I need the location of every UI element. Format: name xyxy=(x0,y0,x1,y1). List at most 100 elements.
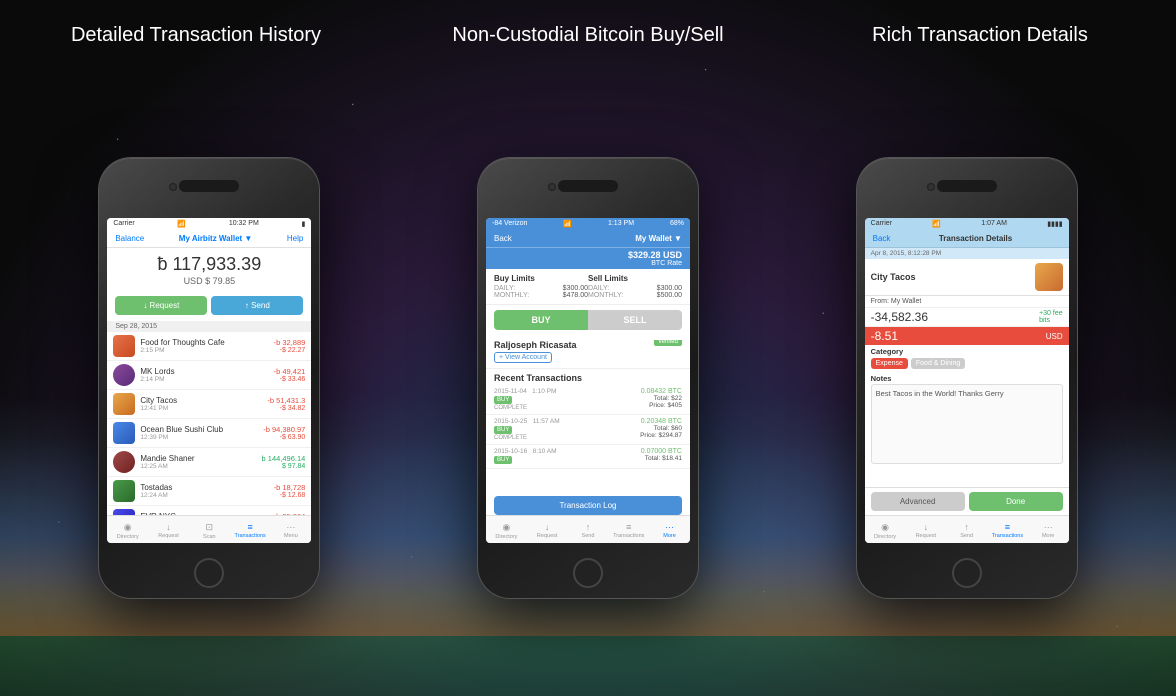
p2-nav-more[interactable]: ··· More xyxy=(649,516,690,543)
p3-carrier: Carrier xyxy=(871,220,892,228)
p3-done-button[interactable]: Done xyxy=(969,492,1063,511)
p3-dining-pill[interactable]: Food & Dining xyxy=(911,358,965,369)
tx-info-city: City Tacos 12:41 PM xyxy=(140,396,267,412)
p1-wallet-title[interactable]: My Airbitz Wallet ▼ xyxy=(179,234,253,243)
tx-usd: -$ 12.68 xyxy=(274,492,306,499)
p2-buy-monthly: MONTHLY: $478.00 xyxy=(494,292,588,299)
tx-icon-ocean xyxy=(113,422,135,444)
p3-back-button[interactable]: Back xyxy=(873,234,891,243)
table-row[interactable]: MK Lords 2:14 PM -b 49,421 -$ 33.46 xyxy=(107,361,311,390)
table-row[interactable]: City Tacos 12:41 PM -b 51,431.3 -$ 34.82 xyxy=(107,390,311,419)
p1-send-button[interactable]: ↑ Send xyxy=(211,296,303,315)
p2-home-button[interactable] xyxy=(573,558,603,588)
list-item[interactable]: 2015-11-04 1:10 PM BUY COMPLETE 0.08432 … xyxy=(486,385,690,415)
tx-time: 12:41 PM xyxy=(140,405,267,412)
tx-name: MK Lords xyxy=(140,367,273,376)
p2-view-account-button[interactable]: + View Account xyxy=(494,352,552,363)
p3-nav-label: Send xyxy=(960,533,973,539)
tx-name: Mandie Shaner xyxy=(140,454,261,463)
p3-notes-field[interactable]: Best Tacos in the World! Thanks Gerry xyxy=(871,384,1063,464)
p2-sell-daily-value: $300.00 xyxy=(657,285,682,292)
p1-request-button[interactable]: ↓ Request xyxy=(115,296,207,315)
p3-btc-amount-row: -34,582.36 +30 feebits xyxy=(865,308,1069,327)
p1-nav-directory[interactable]: ◉ Directory xyxy=(107,516,148,543)
p3-advanced-button[interactable]: Advanced xyxy=(871,492,965,511)
p3-expense-pill[interactable]: Expense xyxy=(871,358,908,369)
p3-nav-transactions[interactable]: ≡ Transactions xyxy=(987,516,1028,543)
p3-nav-request[interactable]: ↓ Request xyxy=(905,516,946,543)
p2-price-display: $329.28 USD xyxy=(628,250,682,260)
p1-nav-request[interactable]: ↓ Request xyxy=(148,516,189,543)
p1-nav-menu[interactable]: ··· Menu xyxy=(271,516,312,543)
phone-2-shell: -84 Verizon 📶 1:13 PM 68% Back My Wallet… xyxy=(478,158,698,598)
tx-btc: -b 49,421 xyxy=(274,367,306,376)
p2-sell-monthly-value: $500.00 xyxy=(657,292,682,299)
tx-icon-food xyxy=(113,335,135,357)
p1-battery-icon: ▮ xyxy=(301,220,305,228)
tx-info-ocean: Ocean Blue Sushi Club 12:39 PM xyxy=(140,425,263,441)
p1-help-link[interactable]: Help xyxy=(287,234,303,243)
p2-tx-status-1: COMPLETE xyxy=(494,405,641,411)
tx-time: 2:14 PM xyxy=(140,376,273,383)
tx-btc: -b 94,380.97 xyxy=(263,425,305,434)
table-row[interactable]: Mandie Shaner 12:25 AM b 144,496.14 $ 97… xyxy=(107,448,311,477)
p2-back-button[interactable]: Back xyxy=(494,234,512,243)
p3-home-button[interactable] xyxy=(952,558,982,588)
tx-usd: $ 97.84 xyxy=(262,463,306,470)
p2-sell-button[interactable]: SELL xyxy=(588,310,682,330)
p2-nav-send[interactable]: ↑ Send xyxy=(568,516,609,543)
p2-tx-date-1: 2015-11-04 1:10 PM xyxy=(494,388,641,395)
p3-nav-send[interactable]: ↑ Send xyxy=(946,516,987,543)
p3-nav-more[interactable]: ··· More xyxy=(1028,516,1069,543)
p2-buy-button[interactable]: BUY xyxy=(494,310,588,330)
list-item[interactable]: 2015-10-25 11:57 AM BUY COMPLETE 0.20348… xyxy=(486,415,690,445)
p3-nav-label: Request xyxy=(916,533,937,539)
tx-icon-mandie xyxy=(113,451,135,473)
table-row[interactable]: Tostadas 12:24 AM -b 18,728 -$ 12.68 xyxy=(107,477,311,506)
p2-nav-directory[interactable]: ◉ Directory xyxy=(486,516,527,543)
p1-nav-transactions[interactable]: ≡ Transactions xyxy=(230,516,271,543)
p2-limits-section: Buy Limits DAILY: $300.00 MONTHLY: $478.… xyxy=(486,269,690,305)
tx-icon-mk xyxy=(113,364,135,386)
p2-tx-price-1: Price: $405 xyxy=(641,402,682,409)
p2-tx-right-1: 0.08432 BTC Total: $22 Price: $405 xyxy=(641,388,682,411)
p1-nav-scan[interactable]: ⊡ Scan xyxy=(189,516,230,543)
p1-home-button[interactable] xyxy=(194,558,224,588)
table-row[interactable]: Ocean Blue Sushi Club 12:39 PM -b 94,380… xyxy=(107,419,311,448)
tx-time: 12:39 PM xyxy=(140,434,263,441)
directory-icon: ◉ xyxy=(124,522,132,533)
menu-icon: ··· xyxy=(286,522,295,532)
tx-amount-tostadas: -b 18,728 -$ 12.68 xyxy=(274,483,306,499)
more-icon: ··· xyxy=(1044,522,1053,532)
p2-tx-status-2: COMPLETE xyxy=(494,435,640,441)
list-item[interactable]: 2015-10-16 8:10 AM BUY 0.07000 BTC Total… xyxy=(486,445,690,469)
p2-sell-daily: DAILY: $300.00 xyxy=(588,285,682,292)
p2-status-bar: -84 Verizon 📶 1:13 PM 68% xyxy=(486,218,690,230)
p2-transaction-log-button[interactable]: Transaction Log xyxy=(494,496,682,515)
p2-btc-rate-banner: $329.28 USD BTC Rate xyxy=(486,248,690,269)
p2-recent-transactions-title: Recent Transactions xyxy=(486,369,690,385)
table-row[interactable]: Food for Thoughts Cafe 2:15 PM -b 32,889… xyxy=(107,332,311,361)
p1-balance-link[interactable]: Balance xyxy=(115,234,144,243)
phone-2-screen: -84 Verizon 📶 1:13 PM 68% Back My Wallet… xyxy=(486,218,690,543)
p2-battery: 68% xyxy=(670,220,684,228)
p2-nav-transactions[interactable]: ≡ Transactions xyxy=(608,516,649,543)
p2-buy-limits: Buy Limits DAILY: $300.00 MONTHLY: $478.… xyxy=(494,274,588,299)
tx-amount-food: -b 32,889 -$ 22.27 xyxy=(274,338,306,354)
p2-nav-label: Transactions xyxy=(613,533,644,539)
phone-1-shell: Carrier 📶 10:32 PM ▮ Balance My Airbitz … xyxy=(99,158,319,598)
p2-wallet-title[interactable]: My Wallet ▼ xyxy=(635,234,682,243)
p1-nav-label-menu: Menu xyxy=(284,533,298,539)
p3-nav-directory[interactable]: ◉ Directory xyxy=(865,516,906,543)
p2-nav-request[interactable]: ↓ Request xyxy=(527,516,568,543)
tx-info-mandie: Mandie Shaner 12:25 AM xyxy=(140,454,261,470)
p2-sell-limits-title: Sell Limits xyxy=(588,274,682,283)
p1-btc-balance: ƀ 117,933.39 xyxy=(111,254,307,275)
tx-amount-mandie: b 144,496.14 $ 97.84 xyxy=(262,454,306,470)
p3-usd-amount: -8.51 xyxy=(871,329,898,343)
tx-amount-ocean: -b 94,380.97 -$ 63.90 xyxy=(263,425,305,441)
tx-amount-mk: -b 49,421 -$ 33.46 xyxy=(274,367,306,383)
tx-name: City Tacos xyxy=(140,396,267,405)
header-2: Non-Custodial Bitcoin Buy/Sell xyxy=(392,0,784,70)
directory-icon: ◉ xyxy=(881,522,889,533)
